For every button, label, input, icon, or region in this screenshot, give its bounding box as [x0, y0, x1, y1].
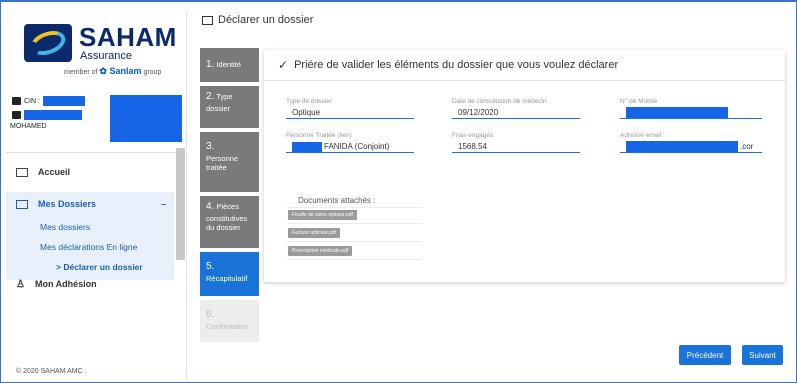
submenu-mes-declarations[interactable]: Mes déclarations En ligne — [40, 242, 137, 252]
field-personne-traitee: Personne Traitée (lien) FANIDA (Conjoint… — [286, 132, 414, 153]
folder-in-icon — [202, 15, 213, 25]
cin-redacted — [42, 96, 85, 106]
nav-accueil[interactable]: Accueil — [6, 160, 174, 184]
tagline-prefix: member of — [64, 69, 98, 76]
user-name-row — [12, 110, 82, 120]
sidebar: SAHAM Assurance member of ✿ Sanlam group… — [6, 12, 187, 380]
sidebar-scrollbar[interactable] — [176, 148, 185, 260]
email-redacted — [626, 141, 738, 152]
copyright-footer: © 2020 SAHAM AMC . — [16, 368, 87, 375]
monitor-icon — [16, 167, 28, 177]
collapse-icon[interactable]: – — [161, 199, 166, 209]
field-mobile: N° de Mobile — [620, 98, 762, 119]
panel-heading: ✓ Priére de valider les éléments du doss… — [278, 58, 618, 72]
user-cin-row: CIN : — [12, 96, 85, 106]
date-consultation-value: 09/12/2020 — [452, 107, 580, 119]
saham-logo-icon — [24, 24, 72, 62]
id-card-icon — [12, 97, 21, 105]
page-title: Déclarer un dossier — [202, 14, 313, 26]
brand-tagline: member of ✿ Sanlam group — [64, 66, 161, 77]
brand-name: SAHAM — [79, 22, 177, 52]
personne-traitee-value: FANIDA (Conjoint) — [286, 141, 414, 153]
step-type-dossier[interactable]: 2. Type dossier — [200, 86, 259, 128]
user-info: CIN : MOHAMED — [6, 90, 187, 148]
step-confirmation: 6. Confirmation — [200, 300, 259, 342]
submenu-declarer-dossier[interactable]: > Déclarer un dossier — [56, 262, 143, 272]
documents-label: Documents attachés : — [298, 196, 376, 205]
submenu-declarer-label: Déclarer un dossier — [63, 262, 143, 272]
doc-divider — [286, 207, 422, 208]
page-title-text: Déclarer un dossier — [218, 14, 314, 26]
field-frais-engages: Frais engagés 1568,54 — [452, 132, 580, 153]
mobile-redacted — [626, 107, 728, 118]
suivant-button[interactable]: Suivant — [742, 345, 783, 365]
submenu-mes-dossiers[interactable]: Mes dossiers — [40, 222, 90, 232]
person-name-redacted — [292, 141, 322, 152]
doc-divider — [286, 241, 422, 242]
document-item[interactable]: Prescription médicale.pdf — [288, 246, 353, 256]
tagline-suffix: group — [143, 69, 162, 76]
users-icon — [12, 111, 21, 119]
panel-heading-text: Priére de valider les éléments du dossie… — [294, 59, 619, 71]
user-photo-redacted — [110, 95, 182, 142]
doc-divider — [286, 259, 422, 260]
document-item[interactable]: Feuille de soins optique.pdf — [288, 210, 357, 220]
mobile-value — [620, 107, 762, 119]
doc-divider — [286, 223, 422, 224]
nav-accueil-label: Accueil — [38, 167, 71, 177]
step-pieces-constitutives[interactable]: 4. Pièces constitutives du dossier — [200, 196, 259, 248]
sanlam-logo: ✿ Sanlam — [99, 66, 142, 76]
type-dossier-value: Optique — [286, 107, 414, 119]
nav-mes-dossiers[interactable]: Mes Dossiers – — [6, 192, 174, 216]
check-icon: ✓ — [278, 58, 289, 72]
cin-label: CIN : — [24, 97, 40, 105]
frais-engages-value: 1568,54 — [452, 141, 580, 153]
dossiers-submenu: Mes dossiers Mes déclarations En ligne >… — [6, 216, 174, 280]
email-value: .cor — [620, 141, 762, 153]
person-icon: ♙ — [16, 278, 25, 290]
recap-panel: ✓ Priére de valider les éléments du doss… — [264, 50, 785, 282]
field-email: Adresse email : .cor — [620, 132, 762, 153]
step-identite[interactable]: 1. Identité — [200, 48, 259, 82]
saham-logo: SAHAM Assurance member of ✿ Sanlam group — [24, 22, 176, 78]
brand-subtitle: Assurance — [80, 50, 132, 62]
field-type-dossier: Type de dossier Optique — [286, 98, 414, 119]
user-name: MOHAMED — [10, 123, 47, 130]
name-redacted — [24, 110, 82, 120]
precedent-button[interactable]: Précédent — [679, 345, 731, 365]
document-item[interactable]: Facture opticien.pdf — [288, 228, 340, 238]
folder-in-icon — [16, 199, 28, 209]
step-recapitulatif[interactable]: 5. Récapitulatif — [200, 252, 259, 296]
step-personne-traitee[interactable]: 3. Personne traitée — [200, 132, 259, 192]
chevron-right-icon: > — [56, 262, 61, 272]
panel-divider — [264, 80, 785, 81]
nav-mon-adhesion-label: Mon Adhésion — [34, 279, 97, 289]
nav-mon-adhesion[interactable]: ♙ Mon Adhésion — [6, 272, 174, 296]
nav-mes-dossiers-label: Mes Dossiers — [38, 199, 97, 209]
sidebar-divider — [6, 152, 187, 153]
field-date-consultation: Date de consultation de médecin 09/12/20… — [452, 98, 580, 119]
